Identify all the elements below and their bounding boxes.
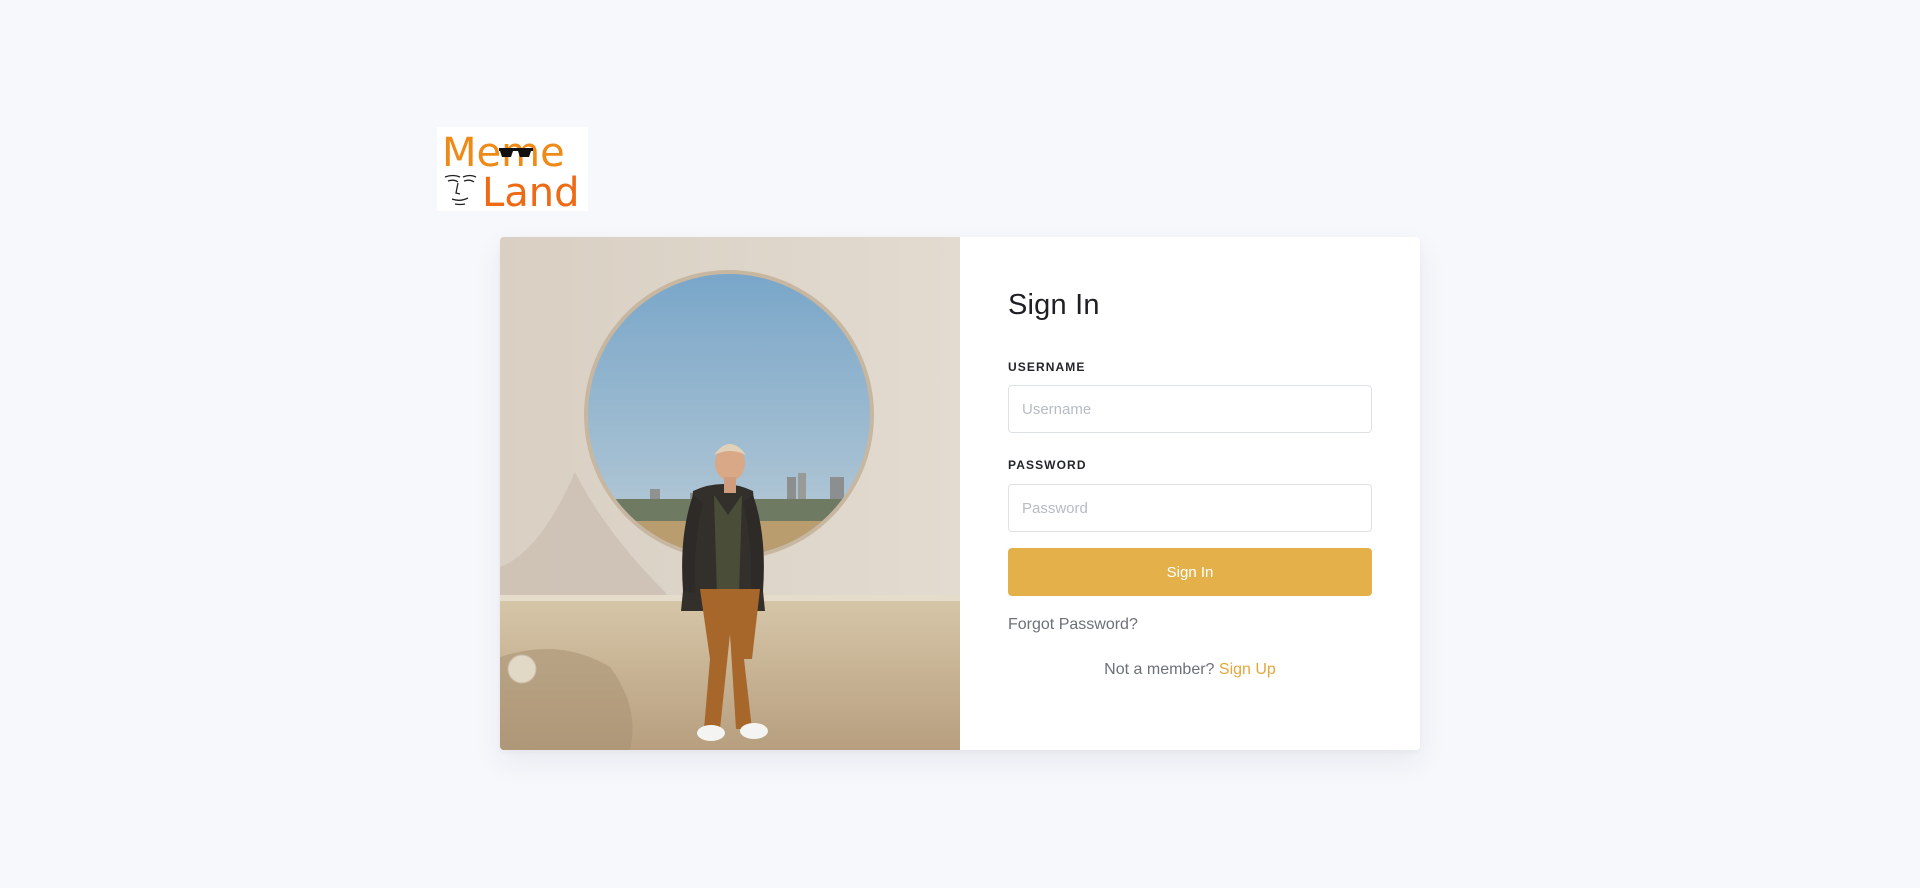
signin-card: Sign In USERNAME PASSWORD Sign In Forgot…	[500, 237, 1420, 750]
signup-link[interactable]: Sign Up	[1219, 661, 1276, 678]
page-title: Sign In	[1008, 289, 1100, 321]
password-label: PASSWORD	[1008, 458, 1087, 472]
svg-text:Land: Land	[482, 170, 580, 211]
signin-form: Sign In USERNAME PASSWORD Sign In Forgot…	[1008, 237, 1372, 750]
hero-photo	[500, 237, 960, 750]
password-input[interactable]	[1008, 484, 1372, 532]
forgot-password-link[interactable]: Forgot Password?	[1008, 616, 1138, 634]
signup-prompt: Not a member? Sign Up	[1008, 661, 1372, 679]
photo-person-circle-window	[500, 237, 960, 750]
username-input[interactable]	[1008, 385, 1372, 433]
signin-button[interactable]: Sign In	[1008, 548, 1372, 596]
username-label: USERNAME	[1008, 360, 1086, 374]
memeland-logo[interactable]: Meme Land	[437, 127, 588, 211]
member-prompt-text: Not a member?	[1104, 661, 1215, 678]
